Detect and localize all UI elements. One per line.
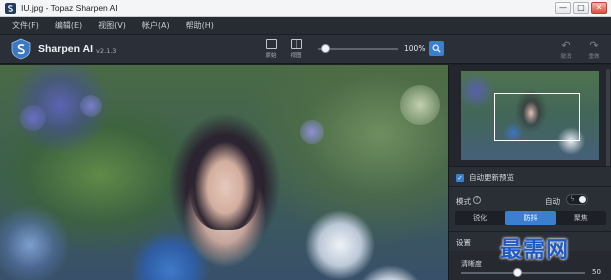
sharpen-logo-icon	[11, 38, 31, 60]
redo-button[interactable]: ↷ 重做	[584, 40, 604, 60]
zoom-button[interactable]	[429, 41, 444, 56]
settings-label: 设置	[456, 238, 471, 247]
help-icon[interactable]: ?	[473, 196, 481, 204]
mode-sharpen-tab[interactable]: 锐化	[455, 211, 505, 225]
auto-label: 自动	[545, 197, 560, 206]
clarity-slider-knob[interactable]	[513, 268, 522, 277]
app-icon	[5, 2, 16, 14]
image-canvas[interactable]	[0, 65, 448, 280]
bolt-icon: ϟ	[570, 195, 575, 203]
window-controls: — □ ✕	[555, 2, 607, 14]
window-titlebar: IU.jpg - Topaz Sharpen AI — □ ✕	[0, 0, 611, 17]
portrait-subject	[190, 135, 260, 230]
menu-edit[interactable]: 编辑(E)	[55, 20, 82, 31]
decor-flower	[400, 85, 440, 125]
clarity-value: 50	[592, 268, 601, 276]
maximize-button[interactable]: □	[573, 2, 589, 14]
mode-selector: 锐化 防抖 聚焦	[455, 211, 606, 225]
panel-scrollbar[interactable]	[606, 69, 610, 167]
zoom-value: 100%	[404, 44, 426, 53]
zoom-slider-knob[interactable]	[321, 44, 330, 53]
minimize-button[interactable]: —	[555, 2, 571, 14]
magnifier-icon	[432, 44, 441, 53]
menu-bar: 文件(F) 编辑(E) 视图(V) 帐户(A) 帮助(H)	[0, 17, 611, 35]
view-split-label: 视图	[290, 53, 302, 59]
mode-stabilize-tab[interactable]: 防抖	[505, 211, 556, 225]
menu-help[interactable]: 帮助(H)	[186, 20, 214, 31]
toggle-knob	[579, 196, 586, 203]
auto-update-preview-label: 自动更新预览	[469, 173, 514, 182]
redo-label: 重做	[588, 54, 600, 60]
undo-label: 撤消	[560, 54, 572, 60]
undo-icon: ↶	[561, 39, 571, 52]
split-view-icon	[290, 39, 302, 49]
toolbar: Sharpen AI v2.1.3	[0, 35, 611, 64]
zoom-slider[interactable]	[318, 48, 398, 50]
view-original-label: 原始	[265, 53, 277, 59]
view-split-button[interactable]: 视图	[287, 39, 305, 59]
navigator-viewport-rect[interactable]	[494, 93, 580, 141]
auto-toggle[interactable]: ϟ	[566, 194, 588, 205]
divider	[449, 166, 611, 167]
menu-file[interactable]: 文件(F)	[12, 20, 39, 31]
divider	[449, 186, 611, 187]
checkmark-icon[interactable]: ✓	[456, 173, 464, 182]
view-original-button[interactable]: 原始	[262, 39, 280, 59]
menu-account[interactable]: 帐户(A)	[142, 20, 170, 31]
window-title: IU.jpg - Topaz Sharpen AI	[21, 3, 118, 13]
clarity-label: 清晰度	[461, 260, 482, 268]
mode-label: 模式	[456, 197, 471, 206]
undo-button[interactable]: ↶ 撤消	[556, 40, 576, 60]
decor-flower	[300, 120, 324, 144]
mode-focus-tab[interactable]: 聚焦	[556, 211, 606, 225]
app-version: v2.1.3	[96, 46, 117, 55]
app-brand: Sharpen AI	[38, 43, 94, 55]
auto-update-preview-checkbox[interactable]: ✓ 自动更新预览	[456, 172, 514, 183]
menu-view[interactable]: 视图(V)	[98, 20, 126, 31]
redo-icon: ↷	[589, 39, 599, 52]
decor-flower	[20, 105, 46, 131]
navigator-thumbnail[interactable]	[461, 71, 599, 160]
image-icon	[265, 39, 277, 49]
close-button[interactable]: ✕	[591, 2, 607, 14]
decor-flower	[80, 95, 102, 117]
site-watermark: 最需网	[500, 237, 570, 263]
clarity-slider[interactable]	[461, 272, 585, 274]
